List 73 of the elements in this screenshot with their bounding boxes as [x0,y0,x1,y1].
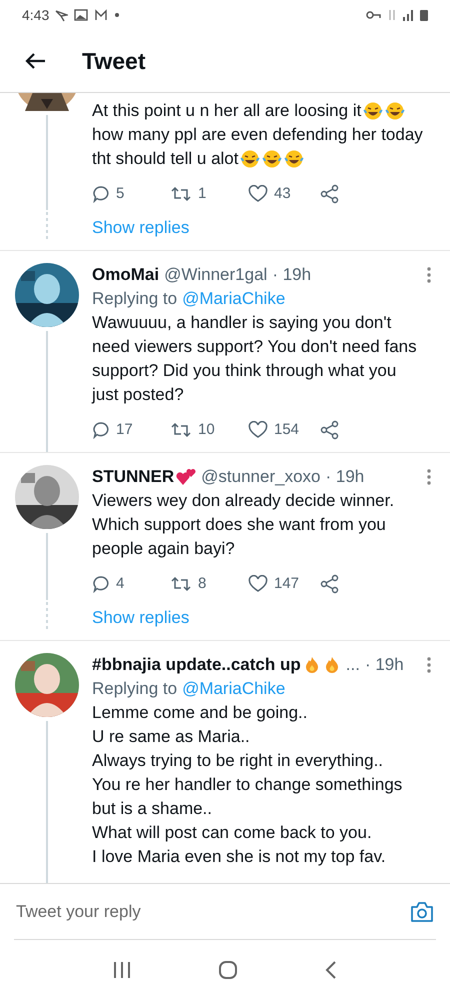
speech-bubble-icon [92,184,110,202]
author-handle: @Winner1gal [164,265,268,285]
reply-button[interactable]: 4 [92,574,170,592]
reply-button[interactable]: 17 [92,420,170,438]
replying-label: Replying to [92,678,178,700]
tweet-time: · 19h [272,265,312,285]
retweet-icon [170,420,192,438]
laughing-emoji-icon [240,149,260,169]
reply-button[interactable]: 5 [92,184,170,202]
navigation-icon [55,8,68,22]
retweet-button[interactable]: 1 [170,184,248,202]
like-button[interactable]: 154 [248,420,320,438]
like-button[interactable]: 147 [248,574,320,592]
tweet-text: What will post can come back to you. [92,822,372,844]
author-name: OmoMai [92,265,160,285]
tweet-time: · 19h [364,655,404,675]
tweet-text: how many ppl are even defending her today [92,124,423,146]
camera-icon[interactable] [410,901,434,923]
tweet-text: Wawuuuu, a handler is saying you don't [92,312,392,334]
author-name: #bbnajia update..catch up [92,655,301,675]
share-icon[interactable] [320,184,340,204]
home-icon[interactable] [218,960,238,980]
retweet-button[interactable]: 8 [170,574,248,592]
author-handle: @stunner_xoxo [201,467,320,487]
heart-icon [248,184,268,202]
signal-icon [402,9,414,21]
tweet-text: I love Maria even she is not my top fav. [92,846,386,868]
author-handle: ... [346,655,360,675]
tweet-text: tht should tell u alot [92,148,238,170]
tweet-text: U re same as Maria.. [92,726,250,748]
mail-icon [94,8,108,22]
laughing-emoji-icon [385,101,406,121]
more-options-icon[interactable] [426,656,432,674]
tweet-text: support? Did you think through what you [92,360,396,382]
tweet-text: people again bayi? [92,538,235,560]
tweet-text: need viewers support? You don't need fans [92,336,417,358]
tweet-text: Viewers wey don already decide winner. [92,490,394,512]
laughing-emoji-icon [363,101,384,121]
gallery-icon [74,8,88,22]
author-name: STUNNER [92,467,174,487]
tweet-text: just posted? [92,384,184,406]
dot-icon [114,12,120,18]
back-arrow-icon [24,52,46,70]
heart-icon [248,574,268,592]
heart-icon [248,420,268,438]
tweet-text: Which support does she want from you [92,514,386,536]
key-icon [366,9,382,21]
tweet-text: Lemme come and be going.. [92,702,308,724]
tweet-text: Always trying to be right in everything.. [92,750,384,772]
laughing-emoji-icon [262,149,282,169]
share-icon[interactable] [320,574,340,594]
more-options-icon[interactable] [426,468,432,486]
retweet-icon [170,184,192,202]
tweet-time: · 19h [326,467,364,487]
tweet-text: At this point u n her all are loosing it [92,100,362,122]
replying-label: Replying to [92,288,178,310]
page-title: Tweet [82,48,146,74]
retweet-icon [170,574,192,592]
retweet-button[interactable]: 10 [170,420,248,438]
back-icon[interactable] [324,961,337,979]
tweet-text: You re her handler to change somethings [92,774,402,796]
tweet-text: but is a shame.. [92,798,212,820]
recent-apps-icon[interactable] [113,961,132,979]
speech-bubble-icon [92,574,110,592]
speech-bubble-icon [92,420,110,438]
like-button[interactable]: 43 [248,184,320,202]
data-icon [388,9,396,21]
status-time: 4:43 [22,7,50,23]
more-options-icon[interactable] [426,266,432,284]
laughing-emoji-icon [284,149,304,169]
share-icon[interactable] [320,420,340,440]
hearts-emoji-icon [176,468,196,486]
battery-icon [420,9,428,21]
